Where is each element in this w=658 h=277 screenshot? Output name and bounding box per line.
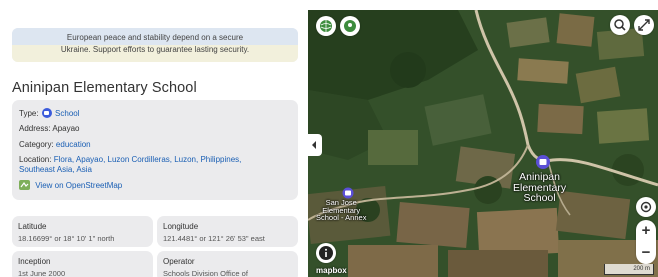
collapse-arrow-icon [312, 141, 316, 149]
map-scale-bar: 200 m [604, 264, 654, 275]
annex-place-label: San Jose Elementary School - Annex [316, 199, 366, 222]
inception-card: Inception 1st June 2000 [12, 251, 153, 277]
school-icon [41, 108, 52, 118]
zoom-in-button[interactable]: + [636, 220, 656, 242]
info-panel: European peace and stability depend on a… [0, 0, 308, 277]
support-banner: European peace and stability depend on a… [12, 28, 298, 62]
latitude-card: Latitude 18.16699° or 18° 10' 1" north [12, 216, 153, 247]
osm-icon [19, 180, 30, 190]
latitude-label: Latitude [18, 222, 47, 231]
operator-link[interactable]: Schools Division Office of [163, 269, 248, 277]
longitude-label: Longitude [163, 222, 199, 231]
banner-text: European peace and stability depend on a… [12, 32, 298, 56]
info-icon [319, 246, 333, 260]
zoom-out-button[interactable]: − [636, 242, 656, 264]
banner-line-2: Ukraine. Support efforts to guarantee la… [60, 45, 250, 54]
geolocate-icon [640, 201, 652, 213]
geolocate-button[interactable] [636, 197, 656, 217]
main-label-line-3: School [523, 192, 556, 205]
location-links-2[interactable]: Southeast Asia, Asia [19, 165, 92, 174]
search-button[interactable] [610, 15, 630, 35]
address-label: Address: [19, 124, 51, 133]
osm-link[interactable]: View on OpenStreetMap [35, 181, 122, 190]
wikipedia-button[interactable] [316, 16, 336, 36]
type-label: Type: [19, 109, 39, 118]
fullscreen-icon [638, 19, 650, 31]
type-link[interactable]: School [55, 109, 79, 118]
inception-value: 1st June 2000 [18, 269, 66, 277]
category-link[interactable]: education [56, 140, 91, 149]
mapbox-attribution[interactable]: mapbox [316, 266, 347, 275]
place-info-box: Type: School Address: Apayao Category: e… [12, 100, 298, 200]
satellite-imagery [308, 10, 658, 277]
wikipedia-icon [320, 20, 332, 32]
latitude-value: 18.16699° or 18° 10' 1" north [18, 234, 115, 243]
location-pin-button[interactable] [340, 16, 360, 36]
location-pin-icon [344, 20, 356, 32]
annex-label-line-3: School - Annex [316, 213, 367, 223]
main-place-label: Aninipan Elementary School [513, 172, 566, 204]
longitude-value: 121.4481° or 121° 26' 53" east [163, 234, 265, 243]
address-value: Apayao [52, 124, 80, 133]
search-icon [614, 19, 626, 31]
app-root: European peace and stability depend on a… [0, 0, 658, 277]
type-row: Type: School [19, 108, 80, 118]
zoom-control: + − [636, 220, 656, 264]
page-title: Aninipan Elementary School [12, 80, 197, 96]
location-row: Location: Flora, Apayao, Luzon Cordiller… [19, 155, 241, 164]
longitude-card: Longitude 121.4481° or 121° 26' 53" east [157, 216, 298, 247]
location-label: Location: [19, 155, 52, 164]
operator-card: Operator Schools Division Office of [157, 251, 298, 277]
inception-label: Inception [18, 257, 51, 266]
fullscreen-button[interactable] [634, 15, 654, 35]
operator-label: Operator [163, 257, 195, 266]
address-row: Address: Apayao [19, 124, 80, 133]
satellite-map[interactable]: Aninipan Elementary School San Jose Elem… [308, 10, 658, 277]
osm-row[interactable]: View on OpenStreetMap [19, 180, 122, 190]
category-row: Category: education [19, 140, 91, 149]
info-button[interactable] [316, 243, 336, 263]
location-links[interactable]: Flora, Apayao, Luzon Cordilleras, Luzon,… [54, 155, 242, 164]
collapse-panel-button[interactable] [308, 134, 322, 156]
category-label: Category: [19, 140, 54, 149]
location-row-2: Southeast Asia, Asia [19, 165, 92, 174]
banner-line-1: European peace and stability depend on a… [66, 33, 244, 42]
